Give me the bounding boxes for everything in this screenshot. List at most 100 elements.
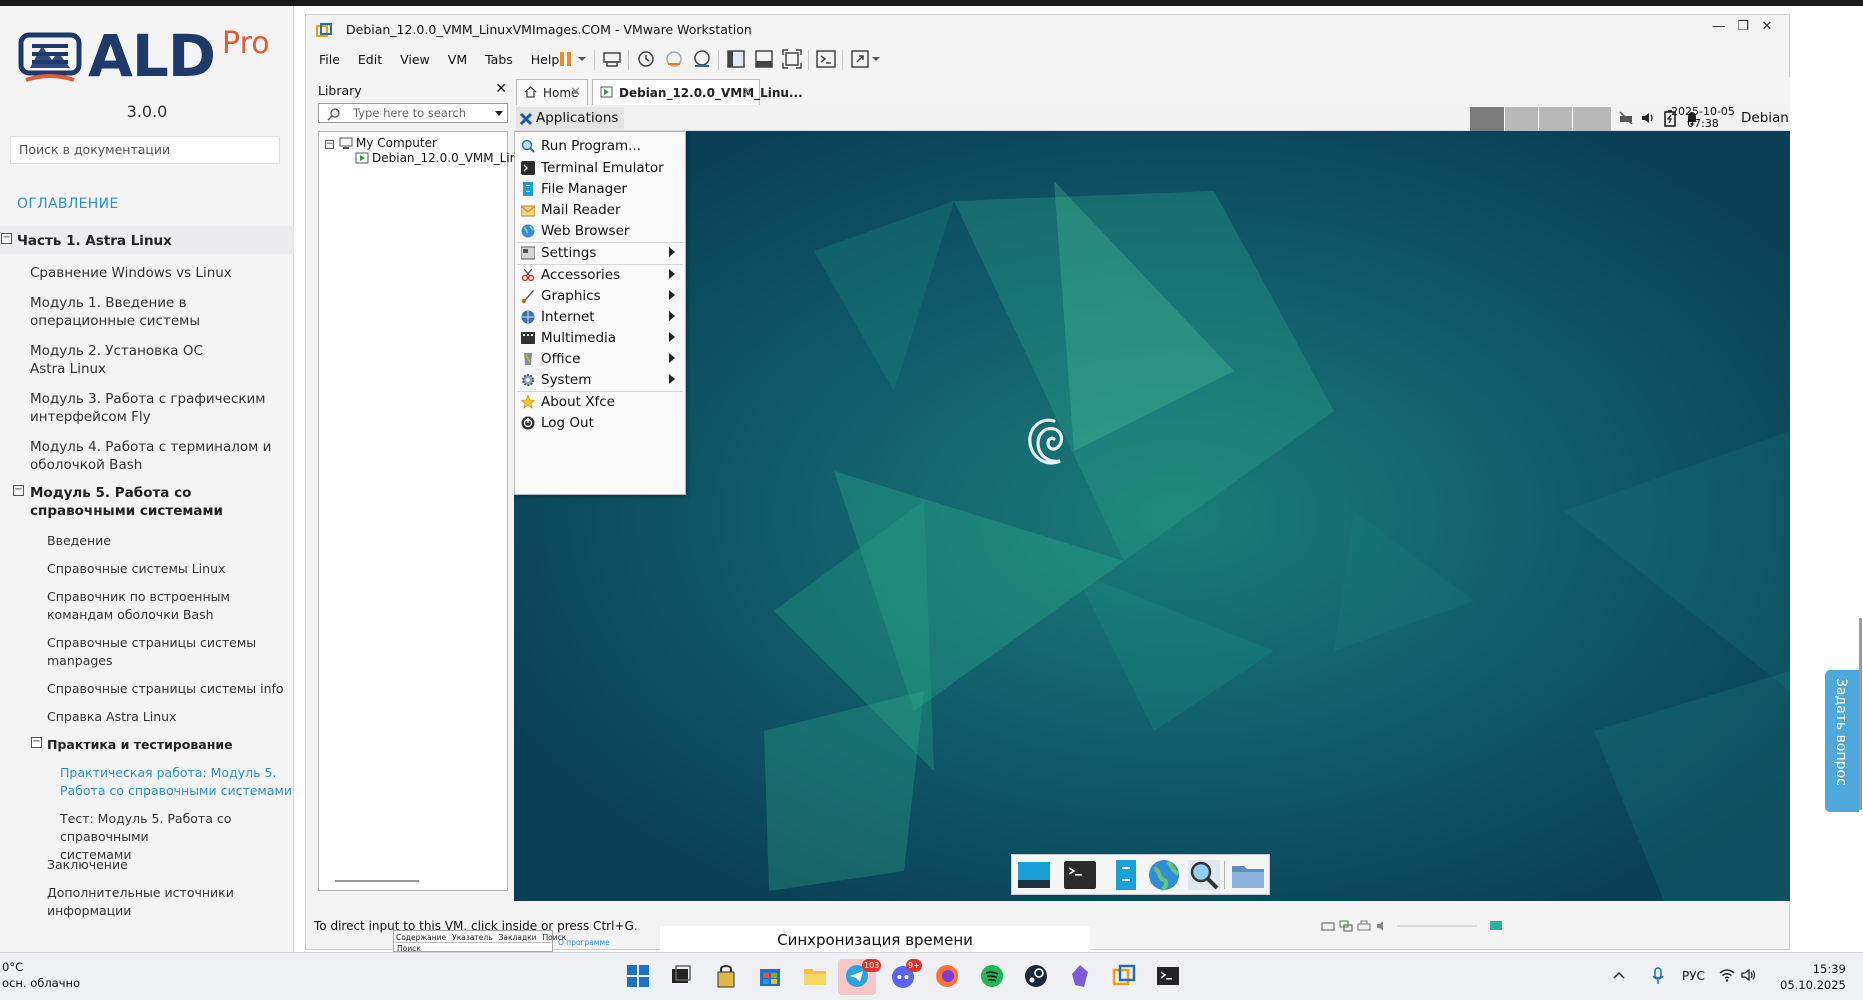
toc-item-bash-builtins[interactable]: Справочник по встроенным командам оболочк…	[47, 588, 230, 624]
message-icon[interactable]	[1489, 919, 1503, 933]
toc-item-windows-vs-linux[interactable]: Сравнение Windows vs Linux	[30, 264, 232, 282]
toc-item-conclusion[interactable]: Заключение	[47, 856, 128, 874]
taskbar-clock[interactable]: 15:39 05.10.2025	[1780, 961, 1846, 993]
chevron-down-icon[interactable]	[870, 47, 882, 71]
toc-item-module3[interactable]: Модуль 3. Работа с графическим интерфейсо…	[30, 390, 266, 426]
menu-item-web-browser[interactable]: Web Browser	[515, 219, 685, 241]
firefox-icon[interactable]	[934, 963, 960, 989]
debian-desktop[interactable]	[514, 131, 1790, 901]
toc-item-module4[interactable]: Модуль 4. Работа с терминалом и оболочкой…	[30, 438, 271, 474]
help-about-link[interactable]: О программе	[558, 938, 638, 952]
store-icon[interactable]	[757, 963, 783, 989]
tree-vm-debian[interactable]: Debian_12.0.0_VMM_Lin	[372, 151, 517, 165]
file-manager-icon[interactable]	[1108, 858, 1144, 892]
collapse-icon[interactable]: −	[325, 140, 334, 149]
menu-item-internet[interactable]: Internet	[515, 305, 685, 327]
show-desktop-icon[interactable]	[1016, 858, 1052, 892]
input-language[interactable]: РУС	[1682, 969, 1705, 983]
menu-item-mail-reader[interactable]: Mail Reader	[515, 198, 685, 220]
hard-disk-icon[interactable]	[1321, 919, 1335, 933]
keepass-icon[interactable]	[713, 963, 739, 989]
help-tab-bookmarks[interactable]: Закладки	[499, 933, 537, 942]
menu-item-about-xfce[interactable]: About Xfce	[515, 390, 685, 412]
menu-tabs[interactable]: Tabs	[480, 49, 518, 70]
menu-file[interactable]: File	[314, 49, 345, 70]
menu-item-multimedia[interactable]: Multimedia	[515, 326, 685, 348]
toc-item-module1[interactable]: Модуль 1. Введение в операционные системы	[30, 294, 200, 330]
wifi-icon[interactable]	[1719, 968, 1735, 982]
toc-item-intro[interactable]: Введение	[47, 532, 111, 550]
toc-item-additional-sources[interactable]: Дополнительные источники информации	[47, 884, 234, 920]
network-adapter-icon[interactable]	[1339, 919, 1353, 933]
menu-item-run-program[interactable]: Run Program...	[515, 134, 685, 156]
revert-snapshot-icon[interactable]	[662, 47, 686, 71]
send-keys-icon[interactable]	[600, 47, 624, 71]
doc-search-input[interactable]: Поиск в документации	[10, 136, 280, 164]
toc-item-astra-help[interactable]: Справка Astra Linux	[47, 708, 176, 726]
tab-home[interactable]: Home ✕	[516, 79, 588, 105]
toc-item-practice[interactable]: Практика и тестирование	[47, 736, 233, 754]
menu-item-log-out[interactable]: Log Out	[515, 411, 685, 433]
obsidian-icon[interactable]	[1067, 963, 1093, 989]
show-library-icon[interactable]	[724, 47, 748, 71]
terminal-taskbar-icon[interactable]	[1155, 963, 1181, 989]
restore-icon[interactable]: ❐	[1731, 19, 1755, 34]
volume-icon[interactable]	[1640, 110, 1656, 126]
terminal-icon[interactable]	[1062, 858, 1098, 892]
speaker-icon[interactable]	[1741, 968, 1757, 982]
console-view-icon[interactable]	[814, 47, 838, 71]
tree-my-computer[interactable]: My Computer	[356, 136, 437, 150]
close-icon[interactable]: ✕	[742, 85, 753, 100]
collapse-icon[interactable]: −	[31, 737, 42, 748]
sound-card-icon[interactable]	[1375, 919, 1389, 933]
minimize-icon[interactable]: —	[1707, 19, 1731, 34]
folder-icon[interactable]	[1230, 858, 1266, 892]
menu-item-graphics[interactable]: Graphics	[515, 284, 685, 306]
toc-item-info[interactable]: Справочные страницы системы info	[47, 680, 284, 698]
library-search-input[interactable]: Type here to search	[318, 103, 508, 123]
close-icon[interactable]: ✕	[570, 85, 581, 100]
weather-widget[interactable]: 0°C осн. облачно	[2, 959, 80, 991]
guest-screen[interactable]: Applications 2025-10-05 07:38 Debian Run …	[514, 105, 1790, 901]
close-icon[interactable]: ✕	[495, 81, 507, 97]
ald-pro-logo[interactable]: ALD Pro	[18, 22, 278, 98]
vmware-taskbar-icon[interactable]	[1111, 963, 1137, 989]
thumbnail-bar-icon[interactable]	[752, 47, 776, 71]
menu-item-office[interactable]: Office	[515, 347, 685, 369]
toc-item-practical-work[interactable]: Практическая работа: Модуль 5. Работа со …	[60, 764, 292, 800]
menu-item-accessories[interactable]: Accessories	[515, 263, 685, 285]
task-view-icon[interactable]	[668, 963, 694, 989]
spotify-icon[interactable]	[979, 963, 1005, 989]
tray-chevron-up-icon[interactable]	[1612, 969, 1626, 985]
printer-icon[interactable]	[1357, 919, 1371, 933]
snapshot-icon[interactable]	[634, 47, 658, 71]
toc-item-part1[interactable]: Часть 1. Astra Linux	[17, 232, 172, 250]
applications-menu-button[interactable]: Applications	[516, 107, 625, 129]
steam-icon[interactable]	[1023, 963, 1049, 989]
panel-clock[interactable]: 2025-10-05 07:38	[1671, 106, 1735, 130]
snapshot-manager-icon[interactable]	[690, 47, 714, 71]
menu-edit[interactable]: Edit	[353, 49, 387, 70]
menu-vm[interactable]: VM	[443, 49, 472, 70]
workspace-4[interactable]	[1572, 107, 1611, 131]
tree-scrollbar[interactable]	[335, 880, 419, 882]
microphone-icon[interactable]	[1651, 967, 1665, 985]
help-tab-index[interactable]: Указатель	[452, 933, 492, 942]
menu-item-system[interactable]: System	[515, 368, 685, 390]
app-finder-icon[interactable]	[1186, 858, 1222, 892]
toc-item-module2[interactable]: Модуль 2. Установка ОС Astra Linux	[30, 342, 203, 378]
close-icon[interactable]: ✕	[1755, 19, 1779, 34]
tab-vm-debian[interactable]: Debian_12.0.0_VMM_Linu... ✕	[592, 79, 803, 105]
stretch-guest-icon[interactable]	[848, 47, 872, 71]
menu-item-settings[interactable]: Settings	[515, 241, 685, 263]
file-explorer-icon[interactable]	[802, 963, 828, 989]
menu-item-terminal[interactable]: Terminal Emulator	[515, 156, 685, 178]
page-scrollbar[interactable]	[1859, 618, 1862, 810]
toc-item-help-systems[interactable]: Справочные системы Linux	[47, 560, 225, 578]
menu-item-file-manager[interactable]: File Manager	[515, 177, 685, 199]
menu-view[interactable]: View	[395, 49, 435, 70]
toc-item-module5[interactable]: Модуль 5. Работа со справочными системами	[30, 484, 223, 520]
help-tab-contents[interactable]: Содержание	[396, 933, 446, 942]
pause-icon[interactable]	[554, 47, 578, 71]
chevron-down-icon[interactable]	[576, 47, 588, 71]
